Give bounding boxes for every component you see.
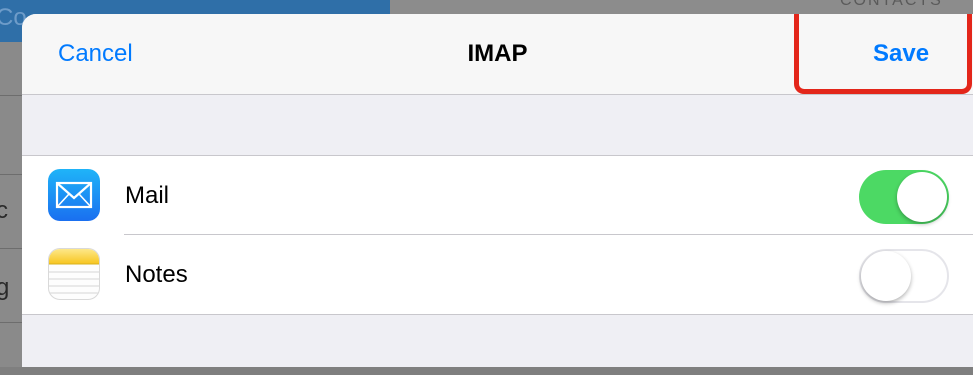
background-top-strip: CONTACTS (390, 0, 973, 14)
notes-toggle[interactable] (859, 249, 949, 303)
background-text-fragment: g (0, 274, 10, 301)
background-text-fragment: i (0, 347, 1, 375)
list-item-notes: Notes (22, 235, 973, 314)
notes-label: Notes (125, 261, 188, 288)
background-divider (0, 322, 22, 323)
mail-toggle[interactable] (859, 170, 949, 224)
background-divider (0, 174, 22, 175)
imap-settings-sheet: Cancel IMAP Save Mail Notes (22, 14, 973, 367)
mail-label: Mail (125, 182, 170, 209)
save-button-highlight (794, 14, 972, 94)
notes-icon (48, 248, 100, 300)
background-divider (0, 95, 22, 96)
mail-icon (48, 169, 100, 221)
background-divider (0, 248, 22, 249)
background-contacts-header: CONTACTS (840, 0, 943, 9)
sync-options-list: Mail Notes (22, 155, 973, 315)
toggle-knob (861, 251, 911, 301)
list-item-mail: Mail (22, 156, 973, 235)
toggle-knob (897, 172, 947, 222)
background-text-fragment: c (0, 197, 8, 224)
background-list: c g i (0, 42, 22, 374)
